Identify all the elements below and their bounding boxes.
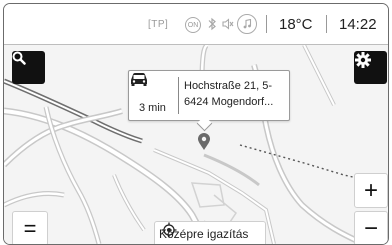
zoom-out-button[interactable]: − xyxy=(354,211,388,244)
volume-mute-icon xyxy=(222,4,234,44)
on-indicator: ON xyxy=(185,17,201,33)
menu-icon: = xyxy=(23,215,37,241)
map-menu-button[interactable]: = xyxy=(12,211,48,244)
car-icon xyxy=(131,73,147,86)
status-divider xyxy=(326,15,327,33)
outside-temperature: 18°C xyxy=(279,15,313,33)
minus-icon: − xyxy=(363,214,378,242)
tp-indicator: [TP] xyxy=(148,18,169,30)
navigation-map[interactable]: 3 min Hochstraße 21, 5- 6424 Mogendorf..… xyxy=(4,45,388,244)
destination-popup[interactable]: 3 min Hochstraße 21, 5- 6424 Mogendorf..… xyxy=(128,70,290,132)
screen: [TP] ON 18°C 14:22 3 min Hochstraße 21, … xyxy=(0,0,392,245)
crosshair-icon xyxy=(161,222,177,238)
bluetooth-icon xyxy=(207,4,217,44)
popup-divider xyxy=(178,77,179,114)
status-bar: [TP] ON 18°C 14:22 xyxy=(4,4,388,45)
search-icon xyxy=(12,51,26,65)
status-divider xyxy=(266,15,267,33)
eta-label: 3 min xyxy=(139,102,166,114)
clock: 14:22 xyxy=(339,15,377,33)
plus-icon: + xyxy=(363,176,378,204)
search-button[interactable] xyxy=(12,51,45,84)
music-note-icon[interactable] xyxy=(237,14,257,34)
zoom-in-button[interactable]: + xyxy=(354,173,388,208)
gear-icon xyxy=(355,52,371,68)
center-map-button[interactable]: Középre igazítás xyxy=(154,221,266,244)
address-line-2: 6424 Mogendorf... xyxy=(184,96,274,108)
settings-button[interactable] xyxy=(354,51,387,84)
display-frame: [TP] ON 18°C 14:22 3 min Hochstraße 21, … xyxy=(3,3,389,245)
address-line-1: Hochstraße 21, 5- xyxy=(184,80,273,92)
